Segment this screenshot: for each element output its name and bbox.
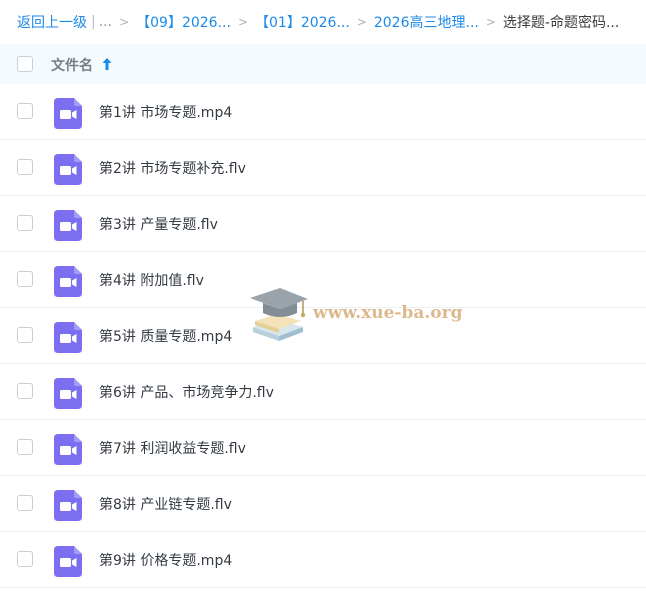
breadcrumb: 返回上一级 | ... > 【09】2026... > 【01】2026... … xyxy=(0,0,646,44)
breadcrumb-ellipsis[interactable]: ... xyxy=(99,14,112,30)
file-row[interactable]: 第9讲 价格专题.mp4 xyxy=(0,532,646,588)
row-checkbox[interactable] xyxy=(17,383,33,399)
back-link[interactable]: 返回上一级 xyxy=(17,12,87,32)
row-checkbox[interactable] xyxy=(17,327,33,343)
breadcrumb-separator: > xyxy=(237,15,248,29)
column-header-filename[interactable]: 文件名 xyxy=(51,55,93,75)
video-file-icon xyxy=(54,434,82,465)
file-name[interactable]: 第8讲 产业链专题.flv xyxy=(99,494,232,514)
breadcrumb-separator: > xyxy=(119,15,130,29)
video-file-icon xyxy=(54,378,82,409)
row-checkbox[interactable] xyxy=(17,551,33,567)
file-name[interactable]: 第9讲 价格专题.mp4 xyxy=(99,550,232,570)
row-checkbox[interactable] xyxy=(17,103,33,119)
video-file-icon xyxy=(54,210,82,241)
file-row[interactable]: 第2讲 市场专题补充.flv xyxy=(0,140,646,196)
file-row[interactable]: 第7讲 利润收益专题.flv xyxy=(0,420,646,476)
file-name[interactable]: 第4讲 附加值.flv xyxy=(99,270,204,290)
video-file-icon xyxy=(54,546,82,577)
video-file-icon xyxy=(54,322,82,353)
video-file-icon xyxy=(54,490,82,521)
video-file-icon xyxy=(54,154,82,185)
row-checkbox[interactable] xyxy=(17,439,33,455)
file-row[interactable]: 第1讲 市场专题.mp4 xyxy=(0,84,646,140)
file-name[interactable]: 第6讲 产品、市场竞争力.flv xyxy=(99,382,274,402)
file-name[interactable]: 第7讲 利润收益专题.flv xyxy=(99,438,246,458)
file-row[interactable]: 第8讲 产业链专题.flv xyxy=(0,476,646,532)
row-checkbox[interactable] xyxy=(17,215,33,231)
row-checkbox[interactable] xyxy=(17,271,33,287)
video-file-icon xyxy=(54,98,82,129)
file-row[interactable]: 第4讲 附加值.flv xyxy=(0,252,646,308)
file-list-header: 文件名 xyxy=(0,44,646,84)
breadcrumb-item[interactable]: 【09】2026... xyxy=(136,12,231,32)
file-name[interactable]: 第5讲 质量专题.mp4 xyxy=(99,326,232,346)
breadcrumb-separator: > xyxy=(485,15,496,29)
file-name[interactable]: 第3讲 产量专题.flv xyxy=(99,214,218,234)
row-checkbox[interactable] xyxy=(17,495,33,511)
file-row[interactable]: 第3讲 产量专题.flv xyxy=(0,196,646,252)
video-file-icon xyxy=(54,266,82,297)
breadcrumb-current: 选择题-命题密码... xyxy=(502,15,620,31)
select-all-checkbox[interactable] xyxy=(17,56,33,72)
file-name[interactable]: 第2讲 市场专题补充.flv xyxy=(99,158,246,178)
breadcrumb-divider: | xyxy=(91,14,96,30)
breadcrumb-separator: > xyxy=(356,15,367,29)
file-row[interactable]: 第5讲 质量专题.mp4 xyxy=(0,308,646,364)
file-name[interactable]: 第1讲 市场专题.mp4 xyxy=(99,102,232,122)
file-list: 第1讲 市场专题.mp4 第2讲 市场专题补充.flv 第3讲 产量专题.flv xyxy=(0,84,646,588)
breadcrumb-item[interactable]: 2026高三地理... xyxy=(374,12,479,32)
file-row[interactable]: 第6讲 产品、市场竞争力.flv xyxy=(0,364,646,420)
sort-ascending-icon[interactable] xyxy=(101,57,113,71)
breadcrumb-item[interactable]: 【01】2026... xyxy=(255,12,350,32)
row-checkbox[interactable] xyxy=(17,159,33,175)
